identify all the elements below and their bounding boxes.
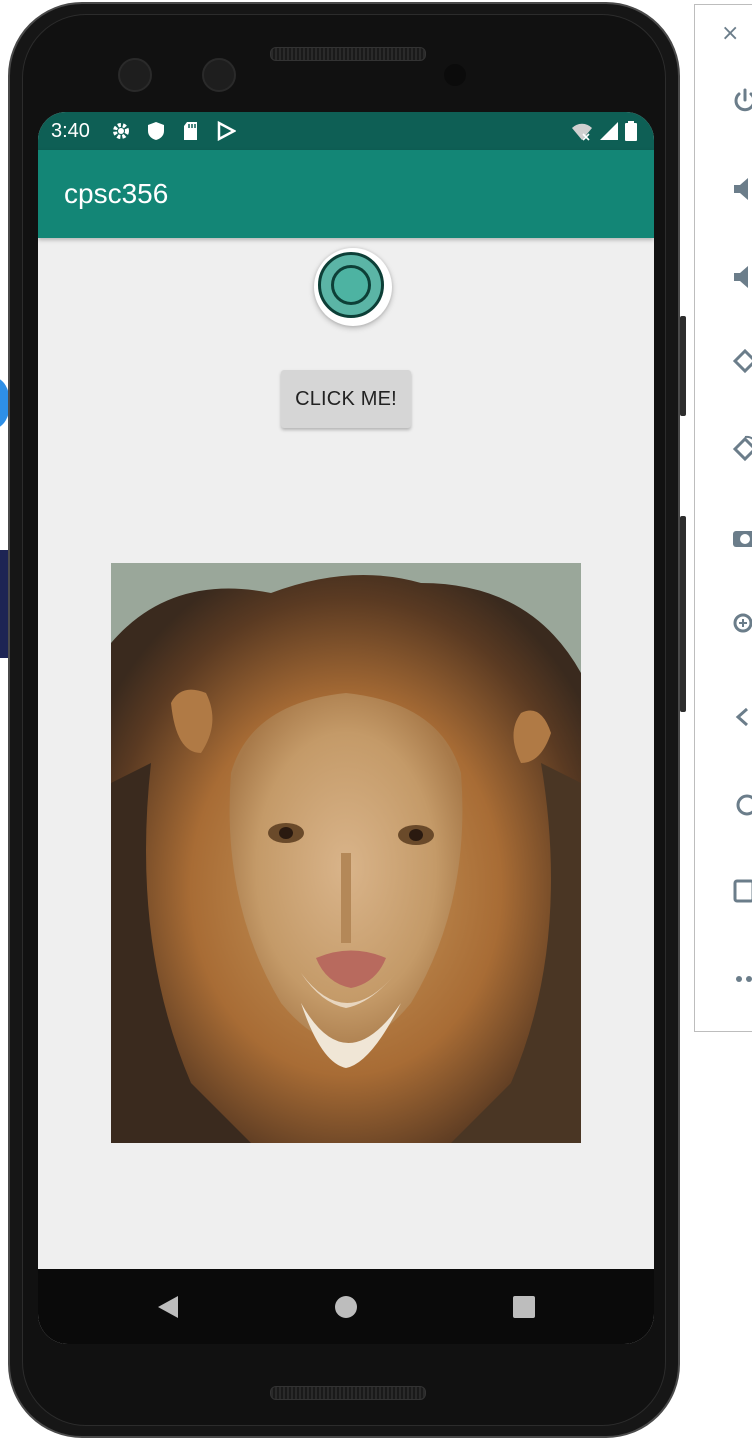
lion-image bbox=[111, 563, 581, 1143]
click-me-button[interactable]: CLICK ME! bbox=[281, 370, 411, 428]
overview-icon[interactable] bbox=[731, 877, 752, 905]
more-icon[interactable] bbox=[731, 965, 752, 993]
front-camera-icon bbox=[118, 58, 152, 92]
app-bar: cpsc356 bbox=[38, 150, 654, 238]
camera-icon[interactable] bbox=[731, 523, 752, 551]
back-icon[interactable] bbox=[731, 703, 752, 731]
radio-button-outer bbox=[314, 248, 392, 326]
proximity-sensor bbox=[444, 64, 466, 86]
bottom-speaker bbox=[270, 1386, 426, 1400]
device-screen: 3:40 cpsc356 CLICK ME! bbox=[38, 112, 654, 1344]
power-button[interactable] bbox=[680, 316, 686, 416]
navigation-bar bbox=[38, 1269, 654, 1344]
rotate-right-icon[interactable] bbox=[731, 435, 752, 463]
radio-button[interactable] bbox=[312, 246, 394, 328]
play-protect-icon bbox=[217, 121, 236, 141]
earpiece-speaker bbox=[270, 47, 426, 61]
status-time: 3:40 bbox=[51, 120, 90, 142]
battery-icon bbox=[625, 121, 637, 141]
sd-card-icon bbox=[184, 122, 197, 140]
power-icon[interactable] bbox=[731, 87, 752, 115]
zoom-icon[interactable] bbox=[731, 611, 752, 639]
home-icon[interactable] bbox=[332, 1293, 360, 1321]
emulator-toolbar: × bbox=[694, 4, 752, 1032]
radio-button-ring bbox=[318, 252, 384, 318]
signal-icon bbox=[600, 122, 618, 140]
status-bar: 3:40 bbox=[38, 112, 654, 150]
volume-rocker[interactable] bbox=[680, 516, 686, 712]
app-title: cpsc356 bbox=[64, 178, 169, 209]
wifi-icon bbox=[572, 123, 592, 141]
radio-button-dot bbox=[331, 265, 371, 305]
recents-icon[interactable] bbox=[510, 1293, 538, 1321]
back-icon[interactable] bbox=[154, 1293, 182, 1321]
front-camera-icon bbox=[202, 58, 236, 92]
rotate-left-icon[interactable] bbox=[731, 347, 752, 375]
gear-icon bbox=[113, 123, 129, 139]
shield-icon bbox=[148, 122, 164, 140]
volume-up-icon[interactable] bbox=[731, 175, 752, 203]
close-icon[interactable]: × bbox=[721, 21, 739, 46]
volume-down-icon[interactable] bbox=[731, 263, 752, 291]
home-icon[interactable] bbox=[731, 791, 752, 819]
